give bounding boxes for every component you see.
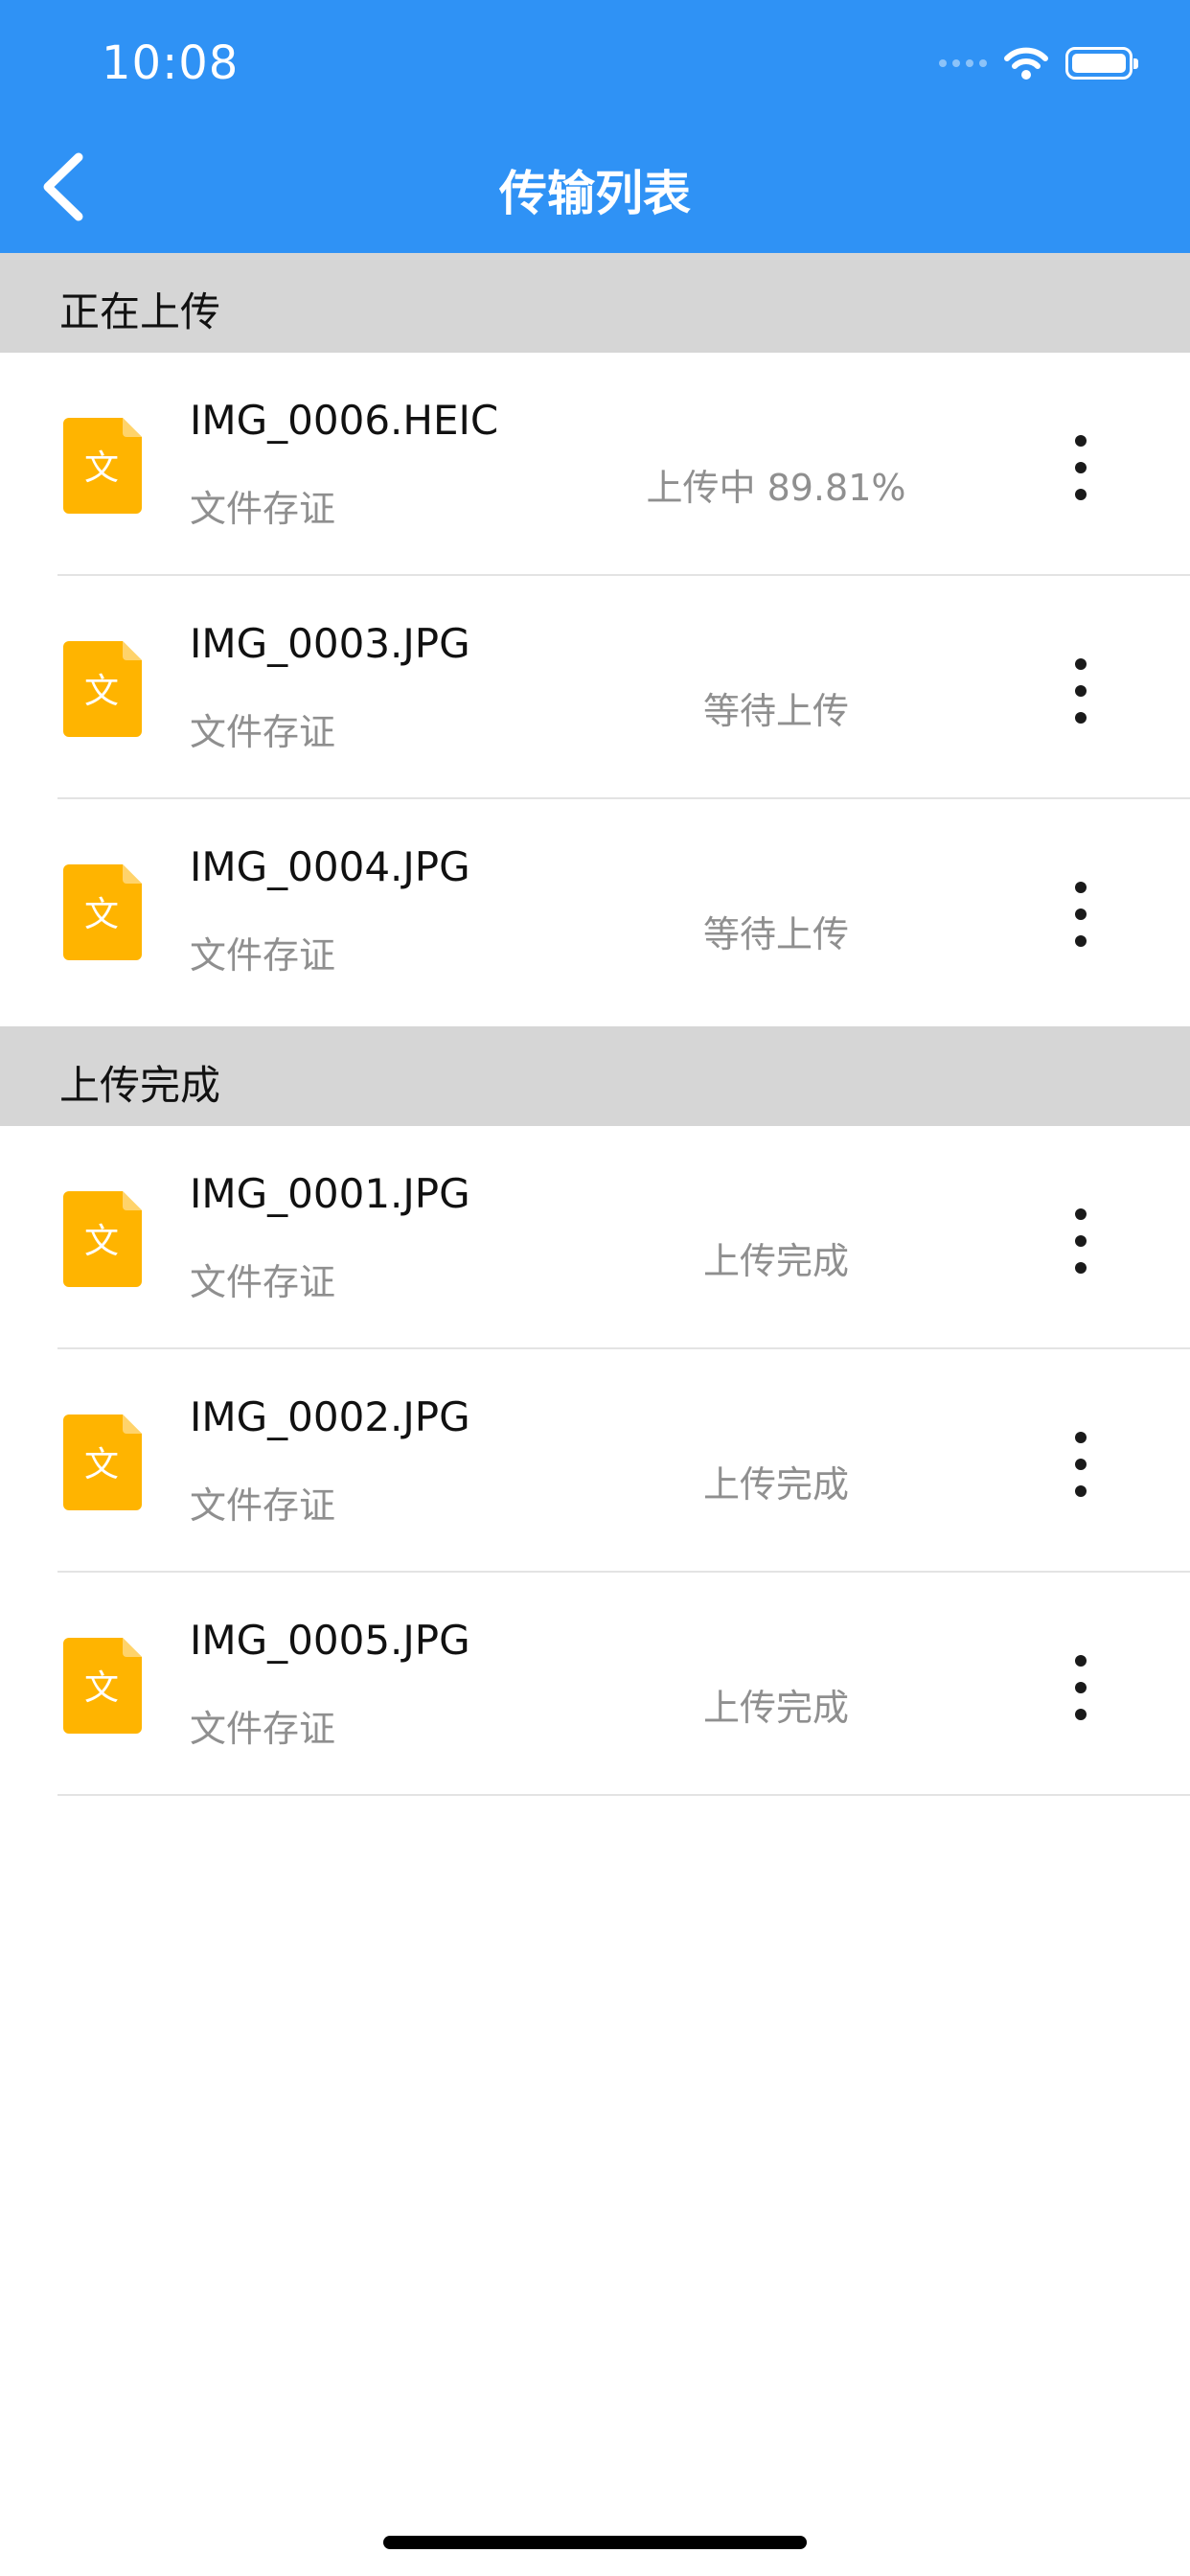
- home-indicator[interactable]: [383, 2536, 807, 2549]
- upload-status: 上传中 89.81%: [646, 467, 906, 509]
- document-file-icon: 文: [63, 864, 142, 960]
- file-type: 文件存证: [190, 1261, 336, 1303]
- section-header-uploading: 正在上传: [0, 253, 1190, 353]
- document-file-icon: 文: [63, 641, 142, 737]
- file-name: IMG_0005.JPG: [190, 1617, 470, 1664]
- more-options-button[interactable]: [1054, 876, 1108, 953]
- upload-status: 等待上传: [702, 913, 849, 955]
- more-options-button[interactable]: [1054, 1203, 1108, 1279]
- file-name: IMG_0001.JPG: [190, 1170, 470, 1217]
- document-file-icon: 文: [63, 1638, 142, 1734]
- file-type: 文件存证: [190, 711, 336, 753]
- more-options-button[interactable]: [1054, 1426, 1108, 1503]
- svg-text:文: 文: [84, 1668, 119, 1708]
- file-type: 文件存证: [190, 934, 336, 977]
- section-header-completed: 上传完成: [0, 1026, 1190, 1126]
- file-name: IMG_0006.HEIC: [190, 397, 499, 444]
- file-type: 文件存证: [190, 1708, 336, 1750]
- cellular-signal-icon: [939, 59, 987, 67]
- list-item[interactable]: 文 IMG_0005.JPG 文件存证 上传完成: [0, 1573, 1190, 1796]
- more-options-button[interactable]: [1054, 429, 1108, 506]
- upload-status: 上传完成: [702, 1463, 849, 1506]
- file-name: IMG_0003.JPG: [190, 620, 470, 667]
- file-name: IMG_0002.JPG: [190, 1393, 470, 1440]
- document-file-icon: 文: [63, 1414, 142, 1510]
- status-icons: [939, 44, 1138, 82]
- upload-status: 上传完成: [702, 1687, 849, 1729]
- more-options-button[interactable]: [1054, 1649, 1108, 1726]
- list-item[interactable]: 文 IMG_0001.JPG 文件存证 上传完成: [0, 1126, 1190, 1349]
- status-time: 10:08: [102, 36, 240, 90]
- list-item[interactable]: 文 IMG_0006.HEIC 文件存证 上传中 89.81%: [0, 353, 1190, 576]
- svg-text:文: 文: [84, 448, 119, 488]
- document-file-icon: 文: [63, 418, 142, 514]
- upload-status: 上传完成: [702, 1240, 849, 1282]
- more-options-button[interactable]: [1054, 653, 1108, 729]
- nav-header: 10:08 传输列表: [0, 0, 1190, 253]
- divider: [57, 1794, 1190, 1796]
- file-type: 文件存证: [190, 1484, 336, 1527]
- list-item[interactable]: 文 IMG_0003.JPG 文件存证 等待上传: [0, 576, 1190, 799]
- upload-status: 等待上传: [702, 690, 849, 732]
- file-type: 文件存证: [190, 488, 336, 530]
- file-name: IMG_0004.JPG: [190, 843, 470, 890]
- page-title: 传输列表: [499, 166, 691, 221]
- section-title: 上传完成: [59, 1062, 221, 1109]
- svg-text:文: 文: [84, 1222, 119, 1261]
- svg-text:文: 文: [84, 1445, 119, 1484]
- battery-icon: [1065, 47, 1138, 80]
- list-item[interactable]: 文 IMG_0004.JPG 文件存证 等待上传: [0, 799, 1190, 1023]
- list-item[interactable]: 文 IMG_0002.JPG 文件存证 上传完成: [0, 1349, 1190, 1573]
- document-file-icon: 文: [63, 1191, 142, 1287]
- wifi-icon: [1004, 47, 1048, 80]
- svg-text:文: 文: [84, 672, 119, 711]
- svg-text:文: 文: [84, 895, 119, 934]
- section-title: 正在上传: [59, 288, 221, 335]
